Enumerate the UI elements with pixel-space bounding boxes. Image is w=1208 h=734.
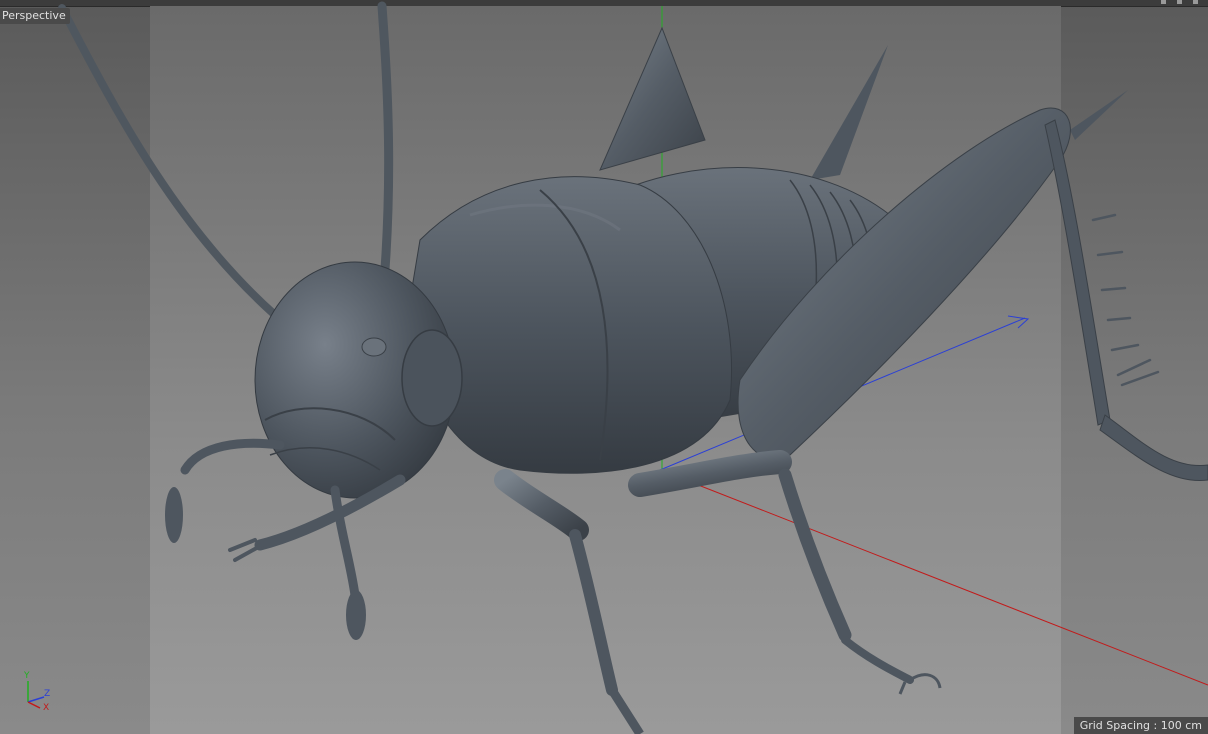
middle-leg-femur [494, 469, 589, 541]
axis-y-label: Y [24, 671, 30, 681]
hind-leg-far [599, 26, 706, 171]
grid-spacing-label: Grid Spacing : 100 cm [1073, 717, 1208, 734]
spine-rear [1070, 90, 1128, 140]
view-name-label[interactable]: Perspective [0, 8, 70, 24]
hind-tarsus [1099, 414, 1208, 482]
compound-eye [401, 329, 463, 427]
axis-x-label: X [43, 703, 50, 713]
viewport-perspective[interactable]: Perspective Y Z X Grid Spacing: 100 cm [0, 0, 1208, 734]
hind-tibia [1044, 119, 1111, 426]
cricket-model[interactable] [0, 0, 1208, 734]
axis-gizmo: Y Z X [18, 671, 58, 716]
palp-left [180, 438, 285, 475]
rear-leg-femur [628, 450, 792, 497]
axis-z-label: Z [44, 689, 51, 699]
thorax [409, 176, 733, 474]
rear-leg-tarsus [841, 636, 914, 684]
spine-top [810, 45, 888, 180]
x-axis-line [659, 469, 1208, 686]
antenna-left [58, 4, 279, 319]
z-axis-arrow [1007, 315, 1030, 329]
middle-leg-tibia [569, 529, 618, 696]
rear-leg-tibia [778, 468, 852, 642]
